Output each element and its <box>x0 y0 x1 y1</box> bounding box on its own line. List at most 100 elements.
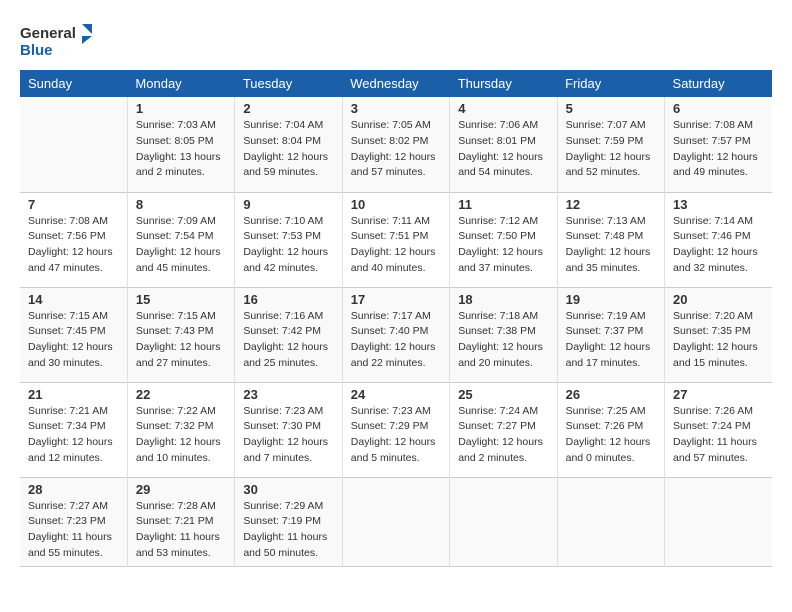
day-info: Sunrise: 7:13 AM Sunset: 7:48 PM Dayligh… <box>566 214 656 277</box>
calendar-cell: 4Sunrise: 7:06 AM Sunset: 8:01 PM Daylig… <box>450 97 557 192</box>
calendar-cell: 12 Sunrise: 7:13 AM Sunset: 7:48 PM Dayli… <box>557 192 664 287</box>
day-number: 16 <box>243 292 333 307</box>
day-info: Sunrise: 7:18 AM Sunset: 7:38 PM Dayligh… <box>458 309 548 372</box>
calendar-cell: 14 Sunrise: 7:15 AM Sunset: 7:45 PM Dayli… <box>20 287 127 382</box>
day-info: Sunrise: 7:21 AM Sunset: 7:34 PM Dayligh… <box>28 404 119 467</box>
week-row-2: 7 Sunrise: 7:08 AM Sunset: 7:56 PM Daylig… <box>20 192 772 287</box>
week-row-3: 14 Sunrise: 7:15 AM Sunset: 7:45 PM Dayli… <box>20 287 772 382</box>
day-number: 13 <box>673 197 764 212</box>
day-info: Sunrise: 7:07 AM Sunset: 7:59 PM Dayligh… <box>566 118 656 181</box>
day-number: 10 <box>351 197 441 212</box>
day-info: Sunrise: 7:15 AM Sunset: 7:43 PM Dayligh… <box>136 309 226 372</box>
day-number: 24 <box>351 387 441 402</box>
calendar-cell <box>557 477 664 566</box>
day-number: 9 <box>243 197 333 212</box>
calendar-cell: 6 Sunrise: 7:08 AM Sunset: 7:57 PM Daylig… <box>665 97 772 192</box>
calendar-cell: 10 Sunrise: 7:11 AM Sunset: 7:51 PM Dayli… <box>342 192 449 287</box>
day-number: 3 <box>351 101 441 116</box>
day-info: Sunrise: 7:17 AM Sunset: 7:40 PM Dayligh… <box>351 309 441 372</box>
day-info: Sunrise: 7:12 AM Sunset: 7:50 PM Dayligh… <box>458 214 548 277</box>
calendar-cell: 1Sunrise: 7:03 AM Sunset: 8:05 PM Daylig… <box>127 97 234 192</box>
day-info: Sunrise: 7:23 AM Sunset: 7:29 PM Dayligh… <box>351 404 441 467</box>
day-number: 17 <box>351 292 441 307</box>
day-info: Sunrise: 7:11 AM Sunset: 7:51 PM Dayligh… <box>351 214 441 277</box>
calendar-cell: 24 Sunrise: 7:23 AM Sunset: 7:29 PM Dayli… <box>342 382 449 477</box>
day-info: Sunrise: 7:27 AM Sunset: 7:23 PM Dayligh… <box>28 499 119 562</box>
day-header-sunday: Sunday <box>20 70 127 97</box>
day-header-tuesday: Tuesday <box>235 70 342 97</box>
day-number: 29 <box>136 482 226 497</box>
day-number: 20 <box>673 292 764 307</box>
day-number: 8 <box>136 197 226 212</box>
calendar-cell: 27Sunrise: 7:26 AM Sunset: 7:24 PM Dayli… <box>665 382 772 477</box>
day-number: 25 <box>458 387 548 402</box>
calendar-cell: 5 Sunrise: 7:07 AM Sunset: 7:59 PM Daylig… <box>557 97 664 192</box>
header-row: SundayMondayTuesdayWednesdayThursdayFrid… <box>20 70 772 97</box>
day-header-friday: Friday <box>557 70 664 97</box>
page-header: GeneralBlue <box>20 20 772 60</box>
day-info: Sunrise: 7:25 AM Sunset: 7:26 PM Dayligh… <box>566 404 656 467</box>
day-header-wednesday: Wednesday <box>342 70 449 97</box>
logo: GeneralBlue <box>20 20 100 60</box>
calendar-cell <box>450 477 557 566</box>
day-info: Sunrise: 7:04 AM Sunset: 8:04 PM Dayligh… <box>243 118 333 181</box>
day-number: 2 <box>243 101 333 116</box>
day-number: 15 <box>136 292 226 307</box>
day-number: 11 <box>458 197 548 212</box>
day-number: 4 <box>458 101 548 116</box>
day-info: Sunrise: 7:24 AM Sunset: 7:27 PM Dayligh… <box>458 404 548 467</box>
calendar-cell: 16Sunrise: 7:16 AM Sunset: 7:42 PM Dayli… <box>235 287 342 382</box>
calendar-cell: 15 Sunrise: 7:15 AM Sunset: 7:43 PM Dayli… <box>127 287 234 382</box>
calendar-cell: 21 Sunrise: 7:21 AM Sunset: 7:34 PM Dayli… <box>20 382 127 477</box>
day-number: 28 <box>28 482 119 497</box>
day-info: Sunrise: 7:05 AM Sunset: 8:02 PM Dayligh… <box>351 118 441 181</box>
day-info: Sunrise: 7:08 AM Sunset: 7:56 PM Dayligh… <box>28 214 119 277</box>
calendar-cell: 29 Sunrise: 7:28 AM Sunset: 7:21 PM Dayli… <box>127 477 234 566</box>
day-number: 6 <box>673 101 764 116</box>
day-number: 7 <box>28 197 119 212</box>
calendar-cell: 9 Sunrise: 7:10 AM Sunset: 7:53 PM Daylig… <box>235 192 342 287</box>
day-info: Sunrise: 7:29 AM Sunset: 7:19 PM Dayligh… <box>243 499 333 562</box>
calendar-cell: 19 Sunrise: 7:19 AM Sunset: 7:37 PM Dayli… <box>557 287 664 382</box>
day-number: 21 <box>28 387 119 402</box>
calendar-cell: 20Sunrise: 7:20 AM Sunset: 7:35 PM Dayli… <box>665 287 772 382</box>
calendar-table: SundayMondayTuesdayWednesdayThursdayFrid… <box>20 70 772 567</box>
day-info: Sunrise: 7:14 AM Sunset: 7:46 PM Dayligh… <box>673 214 764 277</box>
calendar-cell: 2 Sunrise: 7:04 AM Sunset: 8:04 PM Daylig… <box>235 97 342 192</box>
day-info: Sunrise: 7:08 AM Sunset: 7:57 PM Dayligh… <box>673 118 764 181</box>
day-number: 12 <box>566 197 656 212</box>
day-number: 22 <box>136 387 226 402</box>
day-info: Sunrise: 7:28 AM Sunset: 7:21 PM Dayligh… <box>136 499 226 562</box>
calendar-cell: 18 Sunrise: 7:18 AM Sunset: 7:38 PM Dayli… <box>450 287 557 382</box>
calendar-cell: 13 Sunrise: 7:14 AM Sunset: 7:46 PM Dayli… <box>665 192 772 287</box>
calendar-cell: 28 Sunrise: 7:27 AM Sunset: 7:23 PM Dayli… <box>20 477 127 566</box>
day-number: 5 <box>566 101 656 116</box>
day-number: 14 <box>28 292 119 307</box>
calendar-cell: 11 Sunrise: 7:12 AM Sunset: 7:50 PM Dayli… <box>450 192 557 287</box>
week-row-5: 28 Sunrise: 7:27 AM Sunset: 7:23 PM Dayli… <box>20 477 772 566</box>
calendar-cell: 17 Sunrise: 7:17 AM Sunset: 7:40 PM Dayli… <box>342 287 449 382</box>
day-header-saturday: Saturday <box>665 70 772 97</box>
calendar-cell: 25 Sunrise: 7:24 AM Sunset: 7:27 PM Dayli… <box>450 382 557 477</box>
day-info: Sunrise: 7:19 AM Sunset: 7:37 PM Dayligh… <box>566 309 656 372</box>
day-number: 23 <box>243 387 333 402</box>
day-number: 26 <box>566 387 656 402</box>
day-info: Sunrise: 7:22 AM Sunset: 7:32 PM Dayligh… <box>136 404 226 467</box>
day-info: Sunrise: 7:10 AM Sunset: 7:53 PM Dayligh… <box>243 214 333 277</box>
calendar-cell <box>342 477 449 566</box>
day-number: 18 <box>458 292 548 307</box>
week-row-1: 1Sunrise: 7:03 AM Sunset: 8:05 PM Daylig… <box>20 97 772 192</box>
svg-text:Blue: Blue <box>20 42 53 59</box>
day-info: Sunrise: 7:09 AM Sunset: 7:54 PM Dayligh… <box>136 214 226 277</box>
day-info: Sunrise: 7:26 AM Sunset: 7:24 PM Dayligh… <box>673 404 764 467</box>
calendar-cell: 26 Sunrise: 7:25 AM Sunset: 7:26 PM Dayli… <box>557 382 664 477</box>
calendar-cell: 30 Sunrise: 7:29 AM Sunset: 7:19 PM Dayli… <box>235 477 342 566</box>
day-info: Sunrise: 7:15 AM Sunset: 7:45 PM Dayligh… <box>28 309 119 372</box>
calendar-cell <box>20 97 127 192</box>
day-number: 30 <box>243 482 333 497</box>
day-header-monday: Monday <box>127 70 234 97</box>
calendar-cell <box>665 477 772 566</box>
day-number: 19 <box>566 292 656 307</box>
svg-text:General: General <box>20 25 76 42</box>
day-info: Sunrise: 7:23 AM Sunset: 7:30 PM Dayligh… <box>243 404 333 467</box>
